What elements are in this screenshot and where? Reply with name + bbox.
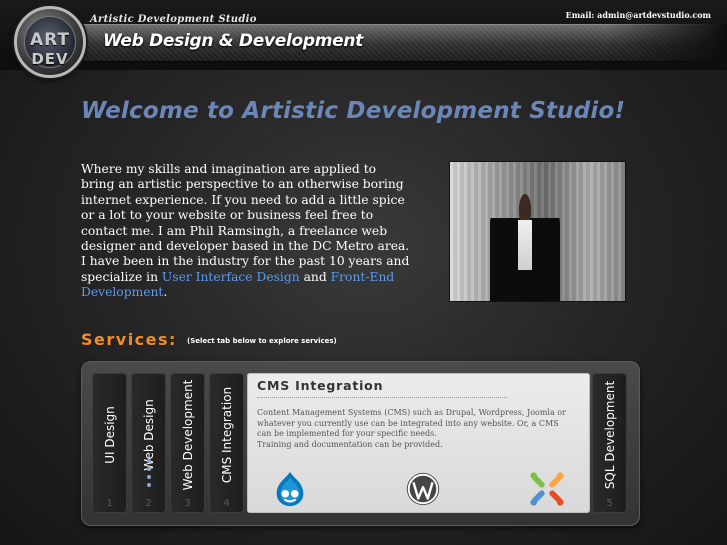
page-title: Welcome to Artistic Development Studio!: [81, 98, 626, 124]
services-hint: (Select tab below to explore services): [187, 337, 337, 345]
intro-text: Where my skills and imagination are appl…: [81, 162, 410, 284]
header: Artistic Development Studio Web Design &…: [0, 0, 727, 70]
wordpress-icon: [406, 472, 440, 506]
site-title: Web Design & Development: [103, 31, 364, 51]
tab-label: CMS Integration: [219, 386, 234, 484]
service-content: CMS Integration Content Management Syste…: [247, 373, 590, 513]
tab-number: 5: [606, 498, 613, 509]
tab-label: Web Development: [180, 379, 195, 491]
tab-cms-integration[interactable]: CMS Integration 4: [209, 373, 244, 513]
intro-and: and: [303, 269, 327, 284]
header-fade: [607, 24, 727, 62]
intro-end: .: [163, 285, 168, 300]
tab-label: UI Design: [102, 406, 117, 464]
email-contact[interactable]: Email: admin@artdevstudio.com: [566, 10, 711, 20]
logo-text-dev: DEV: [31, 50, 69, 68]
photo-shirt: [518, 220, 532, 270]
tab-web-design[interactable]: Web Design 2: [131, 373, 166, 513]
tab-ui-design[interactable]: UI Design 1: [92, 373, 127, 513]
drupal-icon: [276, 471, 304, 507]
link-ui-design[interactable]: User Interface Design: [162, 270, 300, 284]
profile-photo: [449, 161, 626, 302]
joomla-icon: [530, 472, 564, 506]
services-panel: UI Design 1 Web Design 2 Web Development…: [81, 361, 640, 526]
service-text-2: Training and documentation can be provid…: [257, 439, 443, 449]
service-text: Content Management Systems (CMS) such as…: [257, 408, 566, 438]
logo[interactable]: ART DEV: [14, 6, 86, 78]
divider: [257, 397, 507, 398]
services-title: Services:: [81, 330, 177, 349]
tab-label: SQL Development: [602, 380, 617, 490]
logo-text-art: ART: [29, 30, 71, 50]
tab-number: 2: [145, 498, 152, 509]
tab-number: 1: [106, 498, 113, 509]
service-description: Content Management Systems (CMS) such as…: [257, 408, 569, 450]
loading-indicator: [144, 459, 154, 495]
logo-emblem: ART DEV: [24, 16, 76, 68]
tagline: Artistic Development Studio: [90, 14, 257, 25]
service-title: CMS Integration: [257, 378, 384, 393]
tab-sql-development[interactable]: SQL Development 5: [592, 373, 627, 513]
intro-paragraph: Where my skills and imagination are appl…: [81, 162, 411, 301]
tab-number: 4: [223, 498, 230, 509]
tab-number: 3: [184, 498, 191, 509]
tab-web-development[interactable]: Web Development 3: [170, 373, 205, 513]
